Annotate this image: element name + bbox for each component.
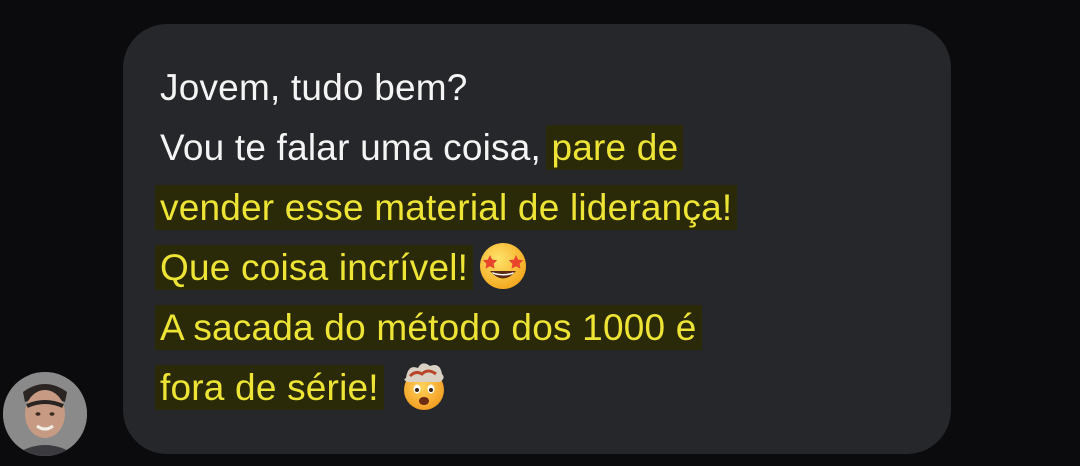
highlighted-text: vender esse material de liderança!: [155, 185, 738, 230]
avatar-photo-icon: [3, 372, 87, 456]
message-text: Jovem, tudo bem? Vou te falar uma coisa,…: [155, 58, 940, 418]
greeting-text: Jovem, tudo bem?: [160, 67, 468, 108]
sender-avatar[interactable]: [3, 372, 87, 456]
message-line-3: vender esse material de liderança!: [155, 178, 940, 238]
highlighted-text: A sacada do método dos 1000 é: [155, 305, 702, 350]
message-line-2: Vou te falar uma coisa, pare de: [160, 118, 940, 178]
exploding-head-emoji-icon: [404, 363, 445, 410]
message-line-1: Jovem, tudo bem?: [160, 58, 940, 118]
message-line-4: Que coisa incrível!: [155, 238, 940, 298]
message-line-5: A sacada do método dos 1000 é: [155, 298, 940, 358]
message-line-6: fora de série!: [155, 358, 940, 418]
chat-screen: Jovem, tudo bem? Vou te falar uma coisa,…: [0, 0, 1080, 466]
highlighted-text: Que coisa incrível!: [155, 245, 474, 290]
plain-text: Vou te falar uma coisa,: [160, 127, 552, 168]
highlighted-text: pare de: [546, 125, 684, 170]
star-struck-emoji-icon: [480, 243, 527, 289]
highlighted-text: fora de série!: [155, 365, 384, 410]
